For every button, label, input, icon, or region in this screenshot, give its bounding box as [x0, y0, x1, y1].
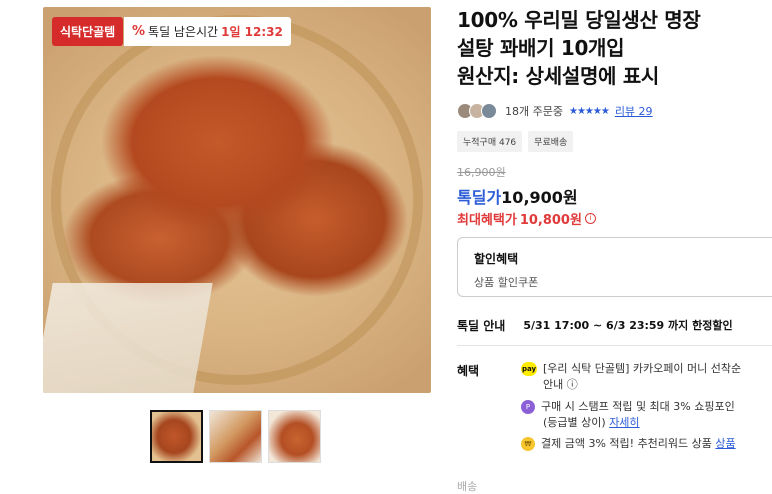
- benefit-reward: ₩ 결제 금액 3% 적립! 추천리워드 상품 상품: [521, 436, 736, 452]
- orders-count: 18개 주문중: [505, 105, 563, 118]
- max-benefit-label: 최대혜택가: [457, 213, 517, 228]
- info-icon[interactable]: i: [584, 213, 596, 224]
- reward-product-link[interactable]: 상품: [715, 437, 735, 450]
- discount-coupon-text: 상품 할인쿠폰: [474, 276, 539, 289]
- discount-heading: 할인혜택: [474, 252, 519, 266]
- point-icon: P: [521, 400, 535, 414]
- divider: [457, 345, 772, 346]
- title-line-3: 원산지: 상세설명에 표시: [457, 64, 660, 88]
- benefit-stamp-points: P 구매 시 스탬프 적립 및 최대 3% 쇼핑포인 (등급별 상이) 자세히: [521, 399, 735, 431]
- deal-timer-value: 1일 12:32: [221, 25, 283, 39]
- benefit-kakaopay: pay [우리 식탁 단골템] 카카오페이 머니 선착순 안내 ⓘ: [521, 361, 741, 393]
- cumulative-purchase-chip: 누적구매 476: [457, 131, 523, 152]
- thumbnail-2[interactable]: [209, 410, 262, 463]
- benefit-kakaopay-guide[interactable]: 안내 ⓘ: [521, 377, 741, 393]
- deal-info-period: 5/31 17:00 ~ 6/3 23:59 까지 한정할인: [523, 319, 733, 332]
- star-rating-icon: ★★★★★: [568, 105, 610, 117]
- max-benefit-value: 10,800원: [519, 213, 582, 228]
- title-line-1: 100% 우리밀 당일생산 명장: [457, 8, 701, 32]
- thumbnail-1[interactable]: [150, 410, 203, 463]
- brand-badge: 식탁단골템: [52, 17, 124, 46]
- benefit-points-text: 구매 시 스탬프 적립 및 최대 3% 쇼핑포인: [541, 400, 735, 413]
- product-title: 100% 우리밀 당일생산 명장 설탕 꽈배기 10개입 원산지: 상세설명에 …: [457, 6, 772, 90]
- deal-timer-label: 톡딜 남은시간: [148, 25, 219, 39]
- thumbnail-3[interactable]: [268, 410, 321, 463]
- deal-price: 톡딜가 10,900원: [457, 184, 578, 208]
- max-benefit-price: 최대혜택가 10,800원 i: [457, 209, 596, 228]
- deal-info-row: 톡딜 안내 5/31 17:00 ~ 6/3 23:59 까지 한정할인: [457, 317, 733, 334]
- details-link[interactable]: 자세히: [609, 416, 639, 429]
- info-chips: 누적구매 476 무료배송: [457, 131, 574, 152]
- deal-price-label: 톡딜가: [457, 188, 502, 207]
- buyer-avatars: [457, 103, 497, 119]
- benefit-kakaopay-text: [우리 식탁 단골템] 카카오페이 머니 선착순: [543, 362, 742, 375]
- product-main-image[interactable]: 식탁단골템 % 톡딜 남은시간 1일 12:32: [43, 7, 431, 393]
- benefits-label: 혜택: [457, 364, 480, 378]
- deal-timer-badge: % 톡딜 남은시간 1일 12:32: [124, 17, 291, 46]
- review-link[interactable]: 리뷰 29: [615, 103, 653, 119]
- discount-benefit-box[interactable]: 할인혜택 상품 할인쿠폰: [457, 237, 772, 297]
- deal-price-value: 10,900원: [501, 188, 578, 207]
- percent-icon: %: [132, 24, 146, 39]
- kakaopay-icon: pay: [521, 362, 537, 376]
- thumbnail-strip: [150, 410, 321, 463]
- benefit-points-note: (등급별 상이): [543, 416, 606, 429]
- review-summary: 18개 주문중 ★★★★★ 리뷰 29: [457, 103, 653, 119]
- reward-coin-icon: ₩: [521, 437, 535, 451]
- benefit-reward-text: 결제 금액 3% 적립! 추천리워드 상품: [541, 437, 712, 450]
- deal-info-label: 톡딜 안내: [457, 319, 506, 333]
- paper-liner-decoration: [43, 283, 213, 393]
- free-shipping-chip: 무료배송: [528, 131, 574, 152]
- title-line-2: 설탕 꽈배기 10개입: [457, 36, 625, 60]
- original-price: 16,900원: [457, 166, 506, 179]
- shipping-row-cutoff: 배송: [457, 480, 478, 493]
- avatar: [481, 103, 497, 119]
